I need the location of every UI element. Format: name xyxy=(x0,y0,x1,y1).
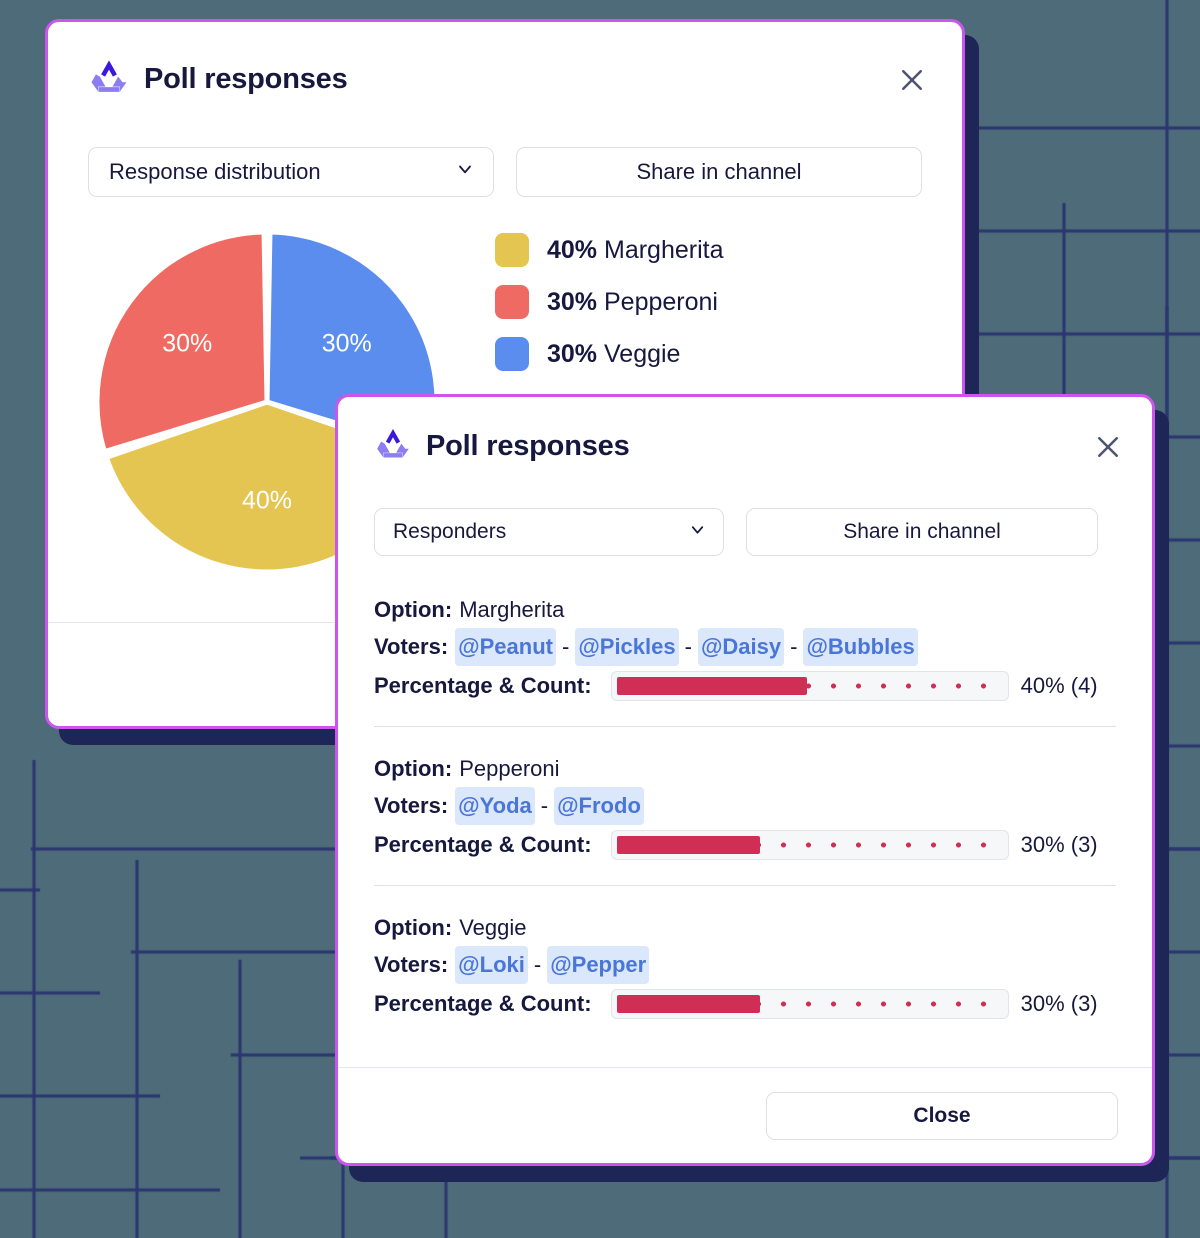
responders-share-in-channel-button[interactable]: Share in channel xyxy=(746,508,1098,556)
voter-separator: - xyxy=(561,634,570,659)
chart-controls-row: Response distribution Share in channel xyxy=(48,103,962,197)
voter-separator: - xyxy=(533,952,542,977)
percentage-count-value: 40% (4) xyxy=(1020,673,1098,698)
pie-chart-legend: 40% Margherita 30% Pepperoni 30% Veggie xyxy=(495,233,724,371)
legend-label-veggie: 30% Veggie xyxy=(547,339,681,368)
percentage-bar-fill xyxy=(616,677,808,695)
percentage-count-value: 30% (3) xyxy=(1020,991,1098,1016)
voters-label: Voters: xyxy=(374,952,449,977)
responders-dialog-close-icon[interactable] xyxy=(1090,429,1126,465)
option-value: Pepperoni xyxy=(459,756,560,781)
voter-mention[interactable]: @Yoda xyxy=(455,787,535,825)
responders-view-select-value: Responders xyxy=(393,520,507,543)
legend-swatch-pepperoni xyxy=(495,285,529,319)
responder-row: Option: Veggie Voters: @Loki - @Pepper Percent… xyxy=(374,904,1116,1024)
percentage-count-value: 30% (3) xyxy=(1020,832,1098,857)
legend-item-margherita: 40% Margherita xyxy=(495,233,724,267)
legend-swatch-margherita xyxy=(495,233,529,267)
responders-list: Option: Margherita Voters: @Peanut - @Pickles… xyxy=(338,556,1152,1024)
close-button[interactable]: Close xyxy=(766,1091,1118,1140)
close-button-label: Close xyxy=(913,1103,971,1127)
recycle-triangle-logo-icon xyxy=(88,56,130,103)
voter-mention[interactable]: @Pepper xyxy=(547,946,650,984)
responders-controls-row: Responders Share in channel xyxy=(338,468,1152,556)
option-label: Option: xyxy=(374,756,453,781)
responder-row: Option: Margherita Voters: @Peanut - @Pickles… xyxy=(374,586,1116,706)
legend-label-margherita: 40% Margherita xyxy=(547,235,724,264)
voters-label: Voters: xyxy=(374,634,449,659)
voter-mention[interactable]: @Pickles xyxy=(575,628,679,666)
percentage-bar xyxy=(610,830,1009,860)
option-value: Veggie xyxy=(459,915,527,940)
percentage-count-line: Percentage & Count: 30% (3) xyxy=(374,827,1116,863)
voter-mention[interactable]: @Frodo xyxy=(554,787,644,825)
percentage-bar-fill xyxy=(616,995,760,1013)
option-label: Option: xyxy=(374,597,453,622)
option-line: Option: Margherita xyxy=(374,592,1116,628)
option-line: Option: Pepperoni xyxy=(374,751,1116,787)
percentage-count-line: Percentage & Count: 40% (4) xyxy=(374,668,1116,704)
option-value: Margherita xyxy=(459,597,565,622)
voter-separator: - xyxy=(790,634,798,659)
response-view-select[interactable]: Response distribution xyxy=(88,147,494,197)
responders-share-in-channel-label: Share in channel xyxy=(843,520,1001,543)
voters-line: Voters: @Peanut - @Pickles - @Daisy - @Bubbles xyxy=(374,628,1116,666)
responders-view-select[interactable]: Responders xyxy=(374,508,724,556)
option-label: Option: xyxy=(374,915,453,940)
recycle-triangle-logo-icon xyxy=(374,425,412,468)
chart-share-in-channel-button[interactable]: Share in channel xyxy=(516,147,922,197)
responders-dialog-header: Poll responses xyxy=(338,397,1152,468)
voter-mention[interactable]: @Daisy xyxy=(697,628,785,666)
responder-row-divider xyxy=(374,885,1116,886)
percentage-bar xyxy=(610,671,1009,701)
percentage-bar xyxy=(610,989,1009,1019)
percentage-count-label: Percentage & Count: xyxy=(374,673,592,698)
legend-item-veggie: 30% Veggie xyxy=(495,337,724,371)
percentage-count-label: Percentage & Count: xyxy=(374,991,592,1016)
voters-line: Voters: @Yoda - @Frodo xyxy=(374,787,1116,825)
option-line: Option: Veggie xyxy=(374,910,1116,946)
voters-line: Voters: @Loki - @Pepper xyxy=(374,946,1116,984)
legend-label-pepperoni: 30% Pepperoni xyxy=(547,287,718,316)
chevron-down-icon xyxy=(455,159,475,185)
chart-dialog-close-icon[interactable] xyxy=(894,62,930,98)
poll-responses-responders-dialog: Poll responses Responders Share in chann… xyxy=(335,394,1155,1166)
responders-dialog-title-group: Poll responses xyxy=(374,425,630,468)
voters-label: Voters: xyxy=(374,793,449,818)
voter-mention[interactable]: @Bubbles xyxy=(803,628,918,666)
voter-mention[interactable]: @Loki xyxy=(455,946,528,984)
percentage-count-line: Percentage & Count: 30% (3) xyxy=(374,986,1116,1022)
responders-dialog-footer: Close xyxy=(338,1067,1152,1163)
chart-dialog-header: Poll responses xyxy=(48,22,962,103)
response-view-select-value: Response distribution xyxy=(109,159,321,184)
responder-row-divider xyxy=(374,726,1116,727)
chart-share-in-channel-label: Share in channel xyxy=(636,159,802,184)
voter-separator: - xyxy=(540,793,549,818)
chart-dialog-title: Poll responses xyxy=(144,63,348,95)
responders-dialog-title: Poll responses xyxy=(426,430,630,462)
legend-item-pepperoni: 30% Pepperoni xyxy=(495,285,724,319)
chart-dialog-title-group: Poll responses xyxy=(88,56,348,103)
chevron-down-icon xyxy=(688,520,707,545)
legend-swatch-veggie xyxy=(495,337,529,371)
percentage-count-label: Percentage & Count: xyxy=(374,832,592,857)
voter-separator: - xyxy=(684,634,692,659)
voter-mention[interactable]: @Peanut xyxy=(455,628,556,666)
percentage-bar-fill xyxy=(616,836,760,854)
responder-row: Option: Pepperoni Voters: @Yoda - @Frodo Perce… xyxy=(374,745,1116,865)
